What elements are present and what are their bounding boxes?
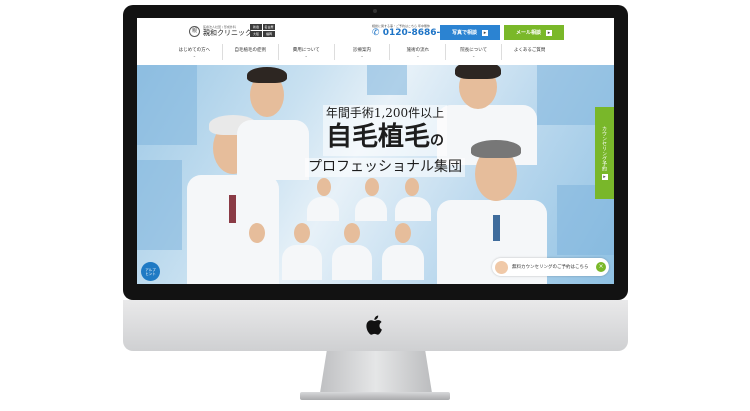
clinic-logo[interactable]: 親 医療法人社団 / 形成外科 親和クリニック bbox=[189, 25, 252, 37]
pill-text: 無料カウンセリングのご予約はこちら bbox=[512, 265, 589, 270]
location-badge[interactable]: 名古屋 bbox=[263, 24, 275, 30]
nav-item-guide[interactable]: 診療案内 ⌄ bbox=[335, 44, 391, 60]
location-badge[interactable]: 大阪 bbox=[250, 31, 262, 37]
avatar bbox=[495, 260, 508, 274]
nav-item-costs[interactable]: 費用について ⌄ bbox=[279, 44, 335, 60]
camera-icon bbox=[373, 9, 377, 13]
counseling-pill-banner[interactable]: 無料カウンセリングのご予約はこちら × bbox=[492, 258, 609, 276]
apple-logo-icon bbox=[366, 315, 382, 335]
site-header: 親 医療法人社団 / 形成外科 親和クリニック 新宿 名古屋 大阪 福岡 相談に… bbox=[137, 18, 614, 44]
photo-consult-button[interactable]: 写真で相談 ▸ bbox=[440, 25, 500, 40]
main-nav: はじめての方へ ⌄ 自毛植毛の症例 費用について ⌄ 診療案内 ⌄ 施術の流れ … bbox=[167, 44, 557, 60]
chevron-down-icon: ⌄ bbox=[192, 53, 197, 58]
arrow-right-icon: ▸ bbox=[546, 29, 552, 36]
counseling-side-tab[interactable]: カウンセリング予約 ▸ bbox=[595, 107, 614, 199]
side-tab-label: カウンセリング予約 bbox=[601, 126, 607, 171]
headline-line3: プロフェッショナル集団 bbox=[305, 158, 465, 177]
help-label-2: ヒント bbox=[145, 271, 156, 276]
nav-item-director[interactable]: 院長について ⌄ bbox=[446, 44, 503, 60]
background-photo-tile bbox=[367, 65, 407, 95]
location-badge[interactable]: 新宿 bbox=[250, 24, 262, 30]
monitor-stand-foot bbox=[300, 392, 450, 400]
chevron-down-icon: ⌄ bbox=[416, 53, 420, 58]
background-photo-tile bbox=[137, 65, 197, 145]
location-badge[interactable]: 福岡 bbox=[263, 31, 275, 37]
location-badges: 新宿 名古屋 大阪 福岡 bbox=[250, 24, 275, 37]
hero-banner: 年間手術1,200件以上 自毛植毛の プロフェッショナル集団 カウンセリング予約… bbox=[137, 65, 614, 284]
monitor-chin bbox=[123, 300, 628, 351]
chevron-down-icon: ⌄ bbox=[472, 53, 476, 58]
arrow-right-icon: ▸ bbox=[482, 29, 488, 36]
close-icon[interactable]: × bbox=[596, 262, 606, 272]
nav-label: 自毛植毛の症例 bbox=[234, 48, 267, 53]
chevron-down-icon: ⌄ bbox=[304, 53, 308, 58]
background-photo-tile bbox=[137, 160, 182, 250]
logo-mark-icon: 親 bbox=[189, 25, 200, 37]
phone-icon: ✆ bbox=[372, 28, 380, 38]
nav-item-cases[interactable]: 自毛植毛の症例 bbox=[223, 44, 279, 60]
nav-label: よくあるご質問 bbox=[513, 48, 546, 53]
logo-name: 親和クリニック bbox=[203, 29, 252, 37]
photo-consult-label: 写真で相談 bbox=[451, 30, 477, 36]
hero-headline: 年間手術1,200件以上 自毛植毛の プロフェッショナル集団 bbox=[285, 102, 485, 177]
monitor-stand-neck bbox=[320, 351, 432, 393]
chevron-down-icon: ⌄ bbox=[360, 53, 364, 58]
headline-suffix: の bbox=[430, 133, 444, 149]
mail-consult-label: メール相談 bbox=[515, 30, 541, 36]
headline-line1: 年間手術1,200件以上 bbox=[322, 105, 448, 122]
help-circle-button[interactable]: アルプ ヒント bbox=[141, 262, 160, 281]
arrow-right-icon: ▸ bbox=[601, 174, 608, 180]
nav-item-faq[interactable]: よくあるご質問 bbox=[502, 44, 557, 60]
website-screen: 親 医療法人社団 / 形成外科 親和クリニック 新宿 名古屋 大阪 福岡 相談に… bbox=[137, 18, 614, 284]
nav-item-first-visit[interactable]: はじめての方へ ⌄ bbox=[167, 44, 223, 60]
nav-item-flow[interactable]: 施術の流れ ⌄ bbox=[390, 44, 447, 60]
mail-consult-button[interactable]: メール相談 ▸ bbox=[504, 25, 564, 40]
headline-line2: 自毛植毛の bbox=[322, 122, 447, 156]
headline-main: 自毛植毛 bbox=[325, 122, 430, 152]
